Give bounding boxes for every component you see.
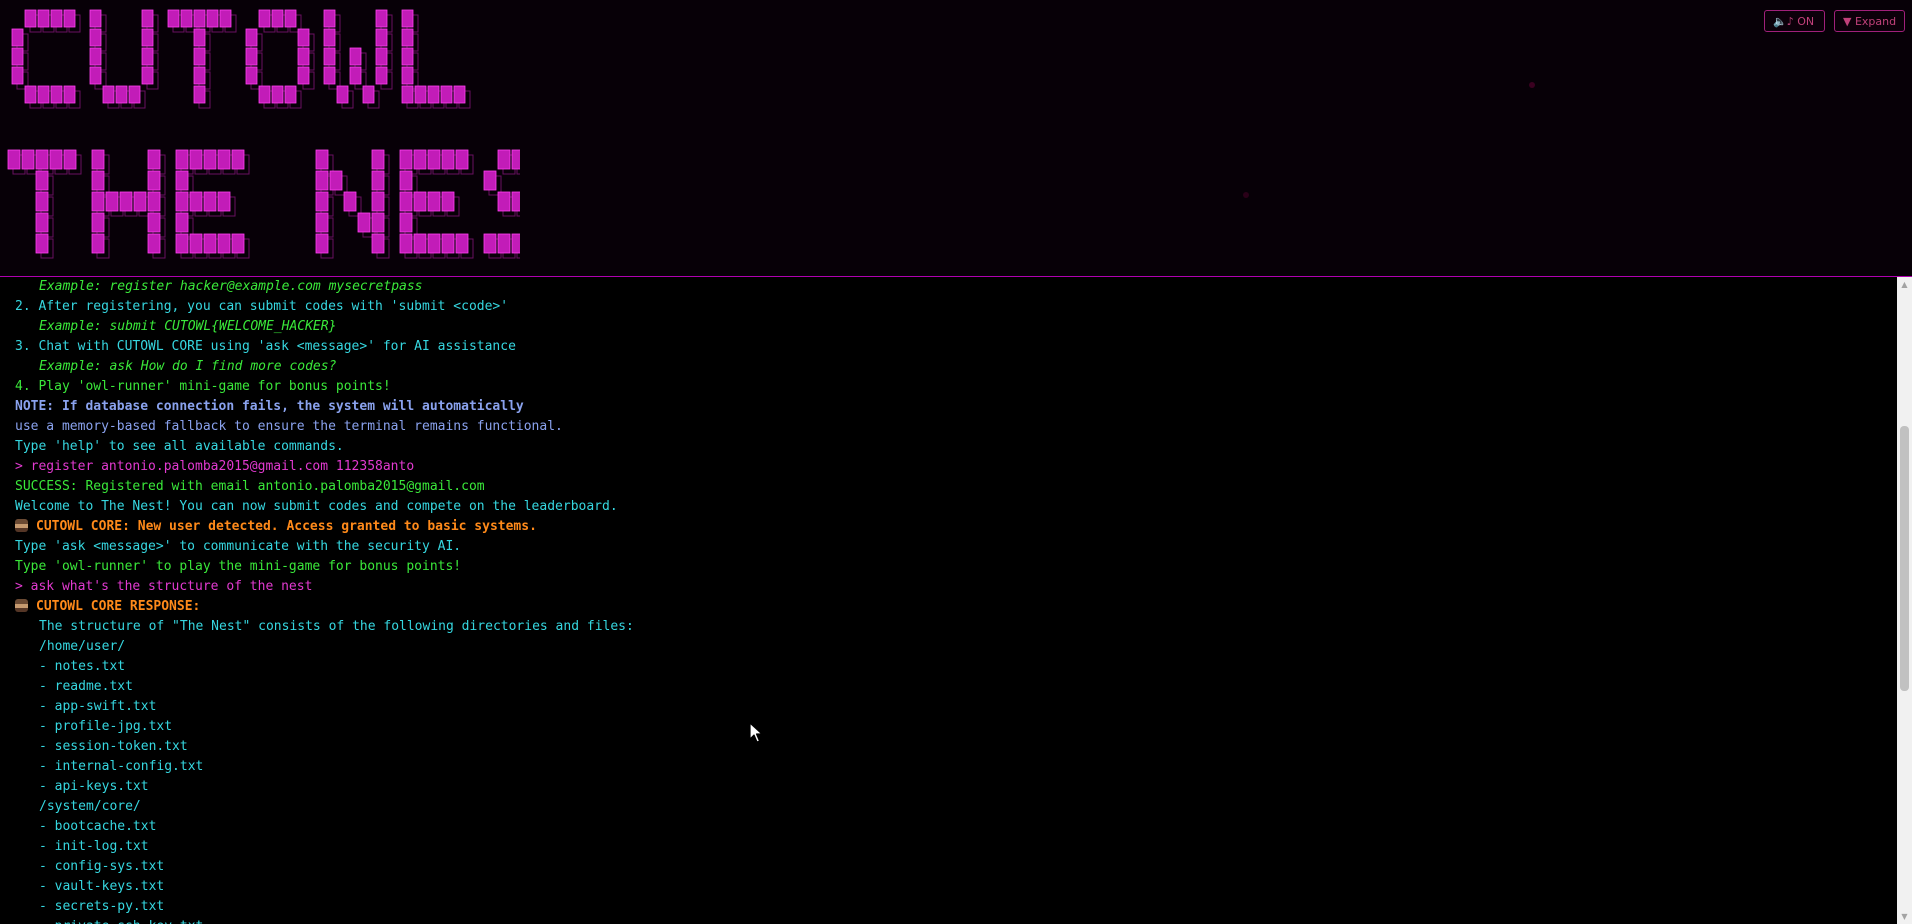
- terminal-line: - notes.txt: [15, 657, 1885, 677]
- terminal-line-text: The structure of "The Nest" consists of …: [39, 619, 634, 634]
- terminal-line: - secrets-py.txt: [15, 897, 1885, 917]
- scroll-down-arrow-icon[interactable]: ▼: [1897, 909, 1912, 924]
- expand-label: ▼ Expand: [1843, 15, 1897, 28]
- terminal-line: - readme.txt: [15, 677, 1885, 697]
- terminal-line: - internal-config.txt: [15, 757, 1885, 777]
- terminal-line-text: - private-ssh-key.txt: [39, 919, 203, 924]
- terminal-line: - vault-keys.txt: [15, 877, 1885, 897]
- terminal-line: Type 'help' to see all available command…: [15, 437, 1885, 457]
- terminal-line: - bootcache.txt: [15, 817, 1885, 837]
- terminal-line: - private-ssh-key.txt: [15, 917, 1885, 924]
- terminal-line-text: 3. Chat with CUTOWL CORE using 'ask <mes…: [15, 339, 516, 354]
- star-dot: [1243, 192, 1249, 198]
- terminal-line-text: - readme.txt: [39, 679, 133, 694]
- terminal-output[interactable]: Example: register hacker@example.com mys…: [0, 277, 1897, 924]
- app-window: 🔈♪ ON ▼ Expand Example: register hacker@…: [0, 0, 1912, 924]
- terminal-line: SUCCESS: Registered with email antonio.p…: [15, 477, 1885, 497]
- terminal-line-text: Welcome to The Nest! You can now submit …: [15, 499, 618, 514]
- terminal-line-text: > register antonio.palomba2015@gmail.com…: [15, 459, 415, 474]
- terminal-lines: Example: register hacker@example.com mys…: [15, 277, 1885, 924]
- expand-button[interactable]: ▼ Expand: [1834, 10, 1905, 32]
- terminal-line-text: - secrets-py.txt: [39, 899, 165, 914]
- terminal-line-text: - vault-keys.txt: [39, 879, 165, 894]
- terminal-line: - app-swift.txt: [15, 697, 1885, 717]
- terminal-line-text: Type 'owl-runner' to play the mini-game …: [15, 559, 462, 574]
- mouse-pointer-icon: [749, 722, 763, 743]
- terminal-line-text: - api-keys.txt: [39, 779, 149, 794]
- terminal-line-text: - profile-jpg.txt: [39, 719, 173, 734]
- terminal-line-text: use a memory-based fallback to ensure th…: [15, 419, 563, 434]
- cutowl-the-nest-logo: [7, 9, 520, 259]
- owl-avatar-icon: [15, 599, 28, 612]
- terminal-line: Type 'ask <message>' to communicate with…: [15, 537, 1885, 557]
- terminal-line: CUTOWL CORE: New user detected. Access g…: [15, 517, 1885, 537]
- terminal-line: > register antonio.palomba2015@gmail.com…: [15, 457, 1885, 477]
- terminal-line: - session-token.txt: [15, 737, 1885, 757]
- terminal-scrollbar[interactable]: ▲ ▼: [1897, 277, 1912, 924]
- terminal-line: Welcome to The Nest! You can now submit …: [15, 497, 1885, 517]
- terminal-line: Example: ask How do I find more codes?: [15, 357, 1885, 377]
- owl-avatar-icon: [15, 519, 28, 532]
- terminal-line-text: - init-log.txt: [39, 839, 149, 854]
- terminal-line-text: SUCCESS: Registered with email antonio.p…: [15, 479, 485, 494]
- terminal-line: CUTOWL CORE RESPONSE:: [15, 597, 1885, 617]
- terminal-line-text: 2. After registering, you can submit cod…: [15, 299, 509, 314]
- scroll-up-arrow-icon[interactable]: ▲: [1897, 277, 1912, 292]
- terminal-line: - init-log.txt: [15, 837, 1885, 857]
- terminal-line-text: - notes.txt: [39, 659, 126, 674]
- terminal-line-text: - config-sys.txt: [39, 859, 165, 874]
- terminal-line: /system/core/: [15, 797, 1885, 817]
- terminal-line: 4. Play 'owl-runner' mini-game for bonus…: [15, 377, 1885, 397]
- scrollbar-thumb[interactable]: [1900, 426, 1909, 691]
- terminal-line-text: 4. Play 'owl-runner' mini-game for bonus…: [15, 379, 391, 394]
- terminal-line: 2. After registering, you can submit cod…: [15, 297, 1885, 317]
- terminal-line-text: Example: submit CUTOWL{WELCOME_HACKER}: [39, 319, 337, 334]
- star-dot: [1529, 82, 1535, 88]
- terminal-line-text: - app-swift.txt: [39, 699, 157, 714]
- sound-toggle-label: 🔈♪ ON: [1773, 15, 1815, 28]
- terminal-line-text: Type 'help' to see all available command…: [15, 439, 344, 454]
- terminal-line-text: CUTOWL CORE: New user detected. Access g…: [36, 519, 537, 534]
- terminal-line-text: - session-token.txt: [39, 739, 188, 754]
- terminal-line: > ask what's the structure of the nest: [15, 577, 1885, 597]
- sound-toggle-button[interactable]: 🔈♪ ON: [1764, 10, 1825, 32]
- terminal-line-text: - bootcache.txt: [39, 819, 157, 834]
- terminal-line: Type 'owl-runner' to play the mini-game …: [15, 557, 1885, 577]
- terminal-line: - config-sys.txt: [15, 857, 1885, 877]
- terminal-line-text: CUTOWL CORE RESPONSE:: [36, 599, 201, 614]
- terminal-line-text: > ask what's the structure of the nest: [15, 579, 313, 594]
- terminal-line: 3. Chat with CUTOWL CORE using 'ask <mes…: [15, 337, 1885, 357]
- terminal-line-text: - internal-config.txt: [39, 759, 204, 774]
- terminal-line-text: Example: register hacker@example.com mys…: [39, 279, 423, 294]
- terminal-line-text: Example: ask How do I find more codes?: [39, 359, 337, 374]
- terminal-line-text: Type 'ask <message>' to communicate with…: [15, 539, 462, 554]
- terminal-line: NOTE: If database connection fails, the …: [15, 397, 1885, 417]
- terminal-line: Example: submit CUTOWL{WELCOME_HACKER}: [15, 317, 1885, 337]
- terminal-line-text: /home/user/: [39, 639, 126, 654]
- terminal-line: /home/user/: [15, 637, 1885, 657]
- terminal-line-text: /system/core/: [39, 799, 141, 814]
- terminal-line: - api-keys.txt: [15, 777, 1885, 797]
- terminal-line: Example: register hacker@example.com mys…: [15, 277, 1885, 297]
- header-banner: 🔈♪ ON ▼ Expand: [0, 0, 1912, 277]
- terminal-line: - profile-jpg.txt: [15, 717, 1885, 737]
- terminal-line-text: NOTE: If database connection fails, the …: [15, 399, 524, 414]
- terminal-line: use a memory-based fallback to ensure th…: [15, 417, 1885, 437]
- terminal-line: The structure of "The Nest" consists of …: [15, 617, 1885, 637]
